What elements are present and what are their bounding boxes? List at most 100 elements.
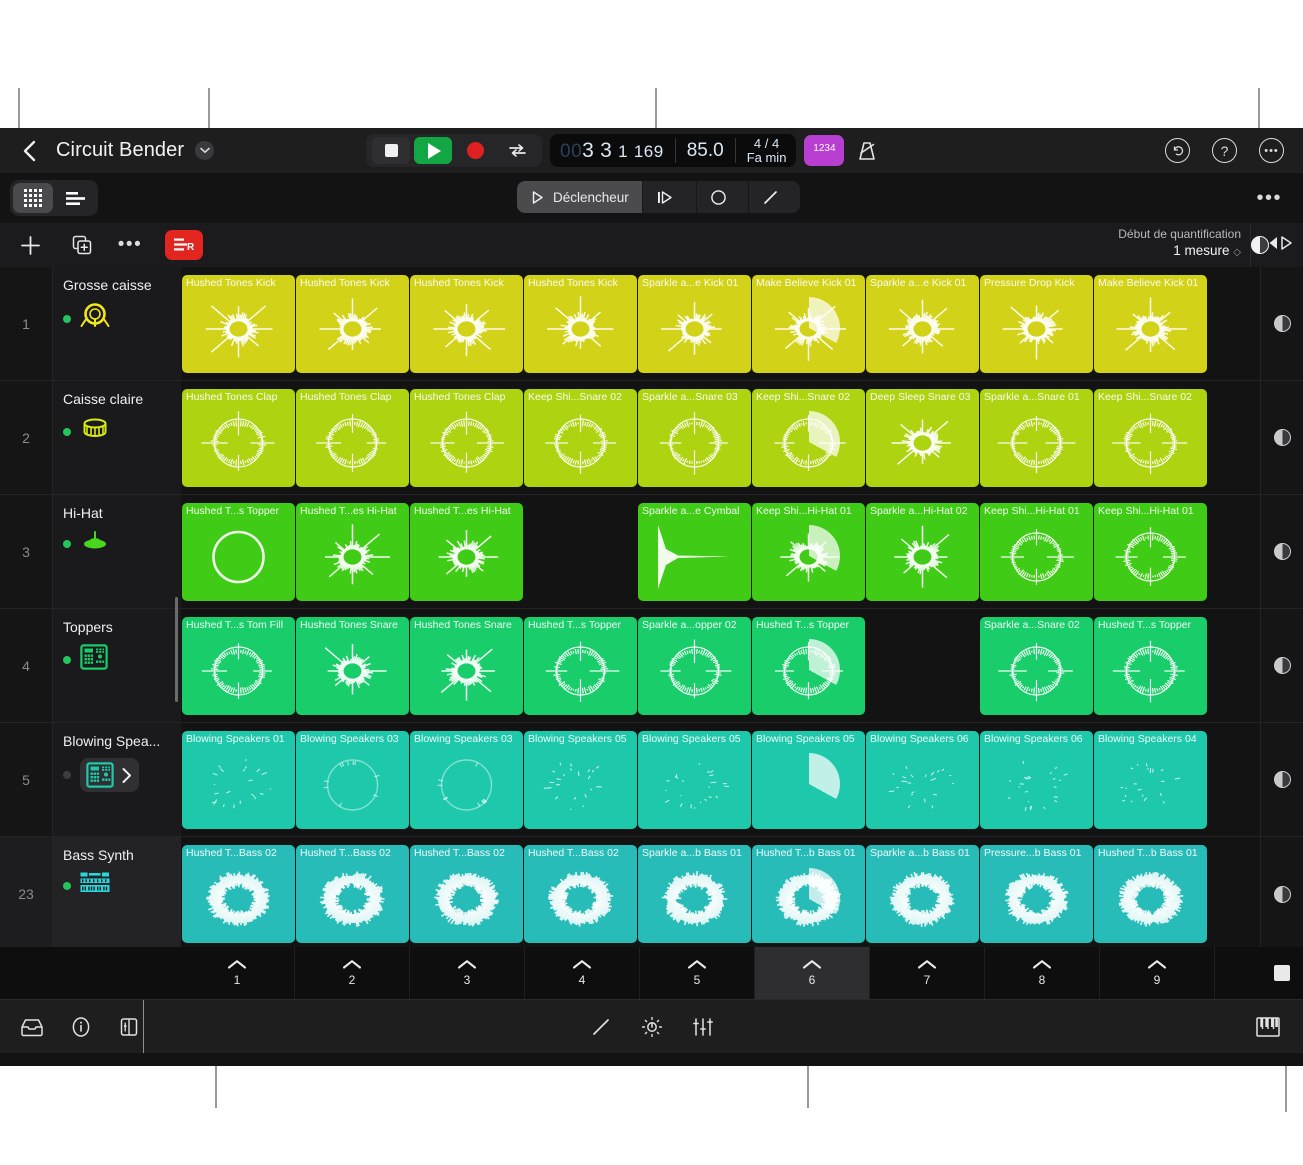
track-header[interactable]: Caisse claire (53, 381, 181, 494)
record-button[interactable] (456, 137, 494, 164)
track-enable-led[interactable] (63, 771, 71, 779)
help-icon[interactable]: ? (1212, 138, 1237, 163)
scene-button[interactable]: 4 (525, 947, 640, 999)
track-instrument-icon[interactable] (80, 530, 110, 557)
cell[interactable]: Hushed Tones Kick (410, 274, 523, 373)
list-view-button[interactable] (55, 183, 95, 213)
cell[interactable]: Hushed T...s Topper (752, 616, 865, 715)
cell[interactable]: Sparkle a...e Cymbal (638, 502, 751, 601)
cell[interactable]: Hushed Tones Kick (296, 274, 409, 373)
cell[interactable]: Blowing Speakers 03 (296, 730, 409, 829)
cell[interactable]: Pressure Drop Kick (980, 274, 1093, 373)
cell[interactable]: Make Believe Kick 01 (752, 274, 865, 373)
track-enable-led[interactable] (63, 881, 71, 890)
cell[interactable]: Sparkle a...Hi-Hat 02 (866, 502, 979, 601)
track-instrument-icon[interactable] (80, 302, 110, 335)
track-stop-button[interactable] (1260, 837, 1303, 951)
scene-button[interactable]: 8 (985, 947, 1100, 999)
count-in-button[interactable]: 1234 (804, 135, 845, 166)
scene-button[interactable]: 6 (755, 947, 870, 999)
stop-button[interactable] (372, 137, 410, 164)
cell[interactable]: Blowing Speakers 05 (524, 730, 637, 829)
more-icon[interactable]: ••• (1259, 138, 1284, 163)
cell[interactable]: Sparkle a...e Kick 01 (866, 274, 979, 373)
cell[interactable]: Hushed Tones Snare (296, 616, 409, 715)
cell[interactable]: Blowing Speakers 06 (866, 730, 979, 829)
cell[interactable]: Hushed T...b Bass 01 (752, 845, 865, 943)
cell[interactable]: Hushed T...Bass 02 (524, 845, 637, 943)
cell[interactable]: Keep Shi...Snare 02 (524, 388, 637, 487)
track-enable-led[interactable] (63, 314, 71, 323)
cell[interactable]: Hushed Tones Clap (296, 388, 409, 487)
cell[interactable]: Hushed Tones Kick (182, 274, 295, 373)
cell[interactable]: Sparkle a...Snare 03 (638, 388, 751, 487)
automation-icon[interactable] (640, 1015, 664, 1039)
scene-button[interactable]: 1 (180, 947, 295, 999)
cell[interactable]: Blowing Speakers 03 (410, 730, 523, 829)
cell[interactable]: Blowing Speakers 04 (1094, 730, 1207, 829)
cell[interactable]: Hushed Tones Snare (410, 616, 523, 715)
cell[interactable]: Deep Sleep Snare 03 (866, 388, 979, 487)
quantize-start-control[interactable]: Début de quantification 1 mesure ◇ (1118, 227, 1241, 258)
back-icon[interactable] (16, 138, 42, 164)
cell[interactable]: Pressure...b Bass 01 (980, 845, 1093, 943)
cycle-button[interactable] (498, 137, 536, 164)
play-button[interactable] (414, 137, 452, 164)
track-stop-button[interactable] (1260, 495, 1303, 608)
cell-empty[interactable] (866, 617, 979, 715)
stop-all-button[interactable] (1261, 947, 1303, 999)
cell[interactable]: Sparkle a...e Kick 01 (638, 274, 751, 373)
track-stop-button[interactable] (1260, 609, 1303, 722)
cell[interactable]: Sparkle a...b Bass 01 (866, 845, 979, 943)
track-header[interactable]: Grosse caisse (53, 267, 181, 380)
scene-button[interactable]: 9 (1100, 947, 1215, 999)
cell[interactable]: Hushed T...s Topper (1094, 616, 1207, 715)
cell[interactable]: Hushed T...s Tom Fill (182, 616, 295, 715)
cell[interactable]: Keep Shi...Hi-Hat 01 (1094, 502, 1207, 601)
track-enable-led[interactable] (63, 539, 71, 548)
scene-button[interactable]: 5 (640, 947, 755, 999)
duplicate-track-button[interactable] (60, 223, 104, 267)
track-header[interactable]: Blowing Spea... (53, 723, 181, 836)
track-scrollbar[interactable] (175, 597, 178, 702)
cell[interactable]: Hushed T...s Topper (524, 616, 637, 715)
pencil-icon[interactable] (590, 1016, 612, 1038)
cell[interactable]: Blowing Speakers 06 (980, 730, 1093, 829)
track-header[interactable]: Toppers (53, 609, 181, 722)
cell[interactable]: Keep Shi...Snare 02 (1094, 388, 1207, 487)
playhead-icon[interactable] (1267, 236, 1295, 255)
track-header[interactable]: Hi-Hat (53, 495, 181, 608)
cell[interactable]: Hushed T...s Topper (182, 502, 295, 601)
cell[interactable]: Hushed Tones Clap (410, 388, 523, 487)
scene-button[interactable]: 2 (295, 947, 410, 999)
track-instrument-icon[interactable] (80, 872, 110, 899)
mode-edit-button[interactable] (749, 181, 800, 213)
cell[interactable]: Sparkle a...opper 02 (638, 616, 751, 715)
track-stop-button[interactable] (1260, 723, 1303, 836)
lcd-display[interactable]: 00 3 3 1 169 85.0 4 / 4 Fa min (550, 134, 797, 167)
cell[interactable]: Hushed T...Bass 02 (410, 845, 523, 943)
cell[interactable]: Hushed Tones Kick (524, 274, 637, 373)
cell[interactable]: Hushed T...es Hi-Hat (296, 502, 409, 601)
mode-trigger-button[interactable]: Déclencheur (517, 181, 643, 213)
cell[interactable]: Keep Shi...Hi-Hat 01 (752, 502, 865, 601)
grid-view-button[interactable] (13, 183, 53, 213)
track-enable-led[interactable] (63, 427, 71, 436)
cell[interactable]: Blowing Speakers 05 (752, 730, 865, 829)
cell[interactable]: Keep Shi...Hi-Hat 01 (980, 502, 1093, 601)
cell[interactable]: Sparkle a...Snare 01 (980, 388, 1093, 487)
cell[interactable]: Hushed T...Bass 02 (296, 845, 409, 943)
track-instrument-button[interactable] (80, 758, 139, 792)
more-horizontal-icon[interactable]: ••• (1256, 187, 1282, 210)
cell[interactable]: Blowing Speakers 01 (182, 730, 295, 829)
track-header[interactable]: Bass Synth (53, 837, 181, 951)
add-track-button[interactable] (0, 223, 60, 267)
cell[interactable]: Hushed T...es Hi-Hat (410, 502, 523, 601)
cell-empty[interactable] (524, 503, 637, 601)
cell[interactable]: Hushed Tones Clap (182, 388, 295, 487)
track-instrument-icon[interactable] (80, 644, 108, 675)
cell[interactable]: Make Believe Kick 01 (1094, 274, 1207, 373)
record-enable-button[interactable]: R (165, 230, 203, 260)
cell[interactable]: Hushed T...Bass 02 (182, 845, 295, 943)
track-stop-button[interactable] (1260, 381, 1303, 494)
